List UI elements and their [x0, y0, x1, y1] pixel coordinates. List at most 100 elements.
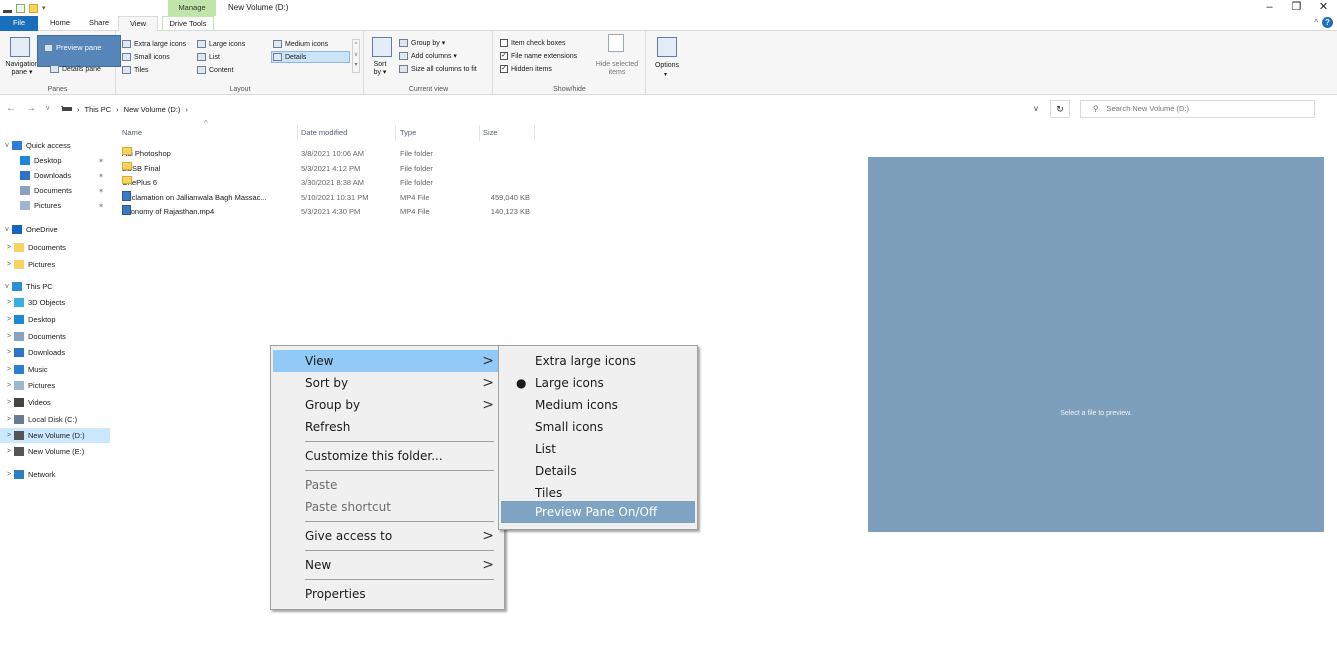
search-input[interactable]: ⚲ Search New Volume (D:) [1080, 100, 1315, 118]
forward-arrow-icon[interactable]: → [26, 103, 36, 114]
navigation-pane-button[interactable]: Navigation pane ▾ [4, 61, 40, 77]
chevron-right-icon[interactable]: > [4, 244, 14, 251]
breadcrumb-this-pc[interactable]: This PC [85, 105, 112, 114]
view-medium-icons[interactable]: Medium icons [501, 394, 695, 416]
menu-item-properties[interactable]: Properties [273, 583, 502, 605]
menu-item-refresh[interactable]: Refresh [273, 416, 502, 438]
view-large-icons[interactable]: ● Large icons [501, 372, 695, 394]
file-name-extensions-checkbox[interactable]: ✓ [500, 52, 508, 60]
sidebar-item[interactable]: Desktop ✶ [0, 153, 110, 168]
view-list[interactable]: List [501, 438, 695, 460]
menu-item-group-by[interactable]: Group by > [273, 394, 502, 416]
chevron-right-icon[interactable]: > [4, 316, 14, 323]
tab-file[interactable]: File [0, 16, 38, 31]
column-divider[interactable] [479, 125, 480, 141]
sort-by-icon[interactable] [372, 37, 392, 57]
file-row[interactable]: OnePlus 6 3/30/2021 8:38 AM File folder [122, 176, 542, 190]
menu-item-paste-shortcut[interactable]: Paste shortcut [273, 496, 502, 518]
large-icons-option[interactable]: Large icons [197, 40, 245, 48]
sidebar-item[interactable]: > Local Disk (C:) [0, 412, 110, 427]
tab-share[interactable]: Share [84, 16, 114, 31]
sidebar-item[interactable]: > Network [0, 467, 110, 482]
tab-view[interactable]: View [118, 16, 158, 32]
refresh-button[interactable]: ↻ [1050, 100, 1070, 118]
sidebar-item[interactable]: v Quick access [0, 138, 110, 153]
menu-item-paste[interactable]: Paste [273, 474, 502, 496]
chevron-down-icon[interactable]: v [2, 226, 12, 233]
small-icons-option[interactable]: Small icons [122, 53, 170, 61]
sidebar-item[interactable]: v OneDrive [0, 222, 110, 237]
navigation-pane-icon[interactable] [10, 37, 30, 57]
chevron-right-icon[interactable]: > [4, 448, 14, 455]
help-icon[interactable]: ? [1322, 17, 1333, 28]
address-bar[interactable]: › This PC › New Volume (D:) › [58, 100, 1068, 118]
chevron-right-icon[interactable]: > [4, 299, 14, 306]
chevron-right-icon[interactable]: > [4, 349, 14, 356]
chevron-right-icon[interactable]: > [4, 471, 14, 478]
tab-home[interactable]: Home [42, 16, 78, 31]
options-button[interactable]: Options [651, 62, 683, 69]
column-divider[interactable] [534, 125, 535, 141]
sidebar-item[interactable]: > Music [0, 362, 110, 377]
content-option[interactable]: Content [197, 66, 234, 74]
sidebar-item[interactable]: v This PC [0, 279, 110, 294]
column-header-size[interactable]: Size [483, 124, 533, 142]
column-divider[interactable] [297, 125, 298, 141]
menu-item-give-access[interactable]: Give access to > [273, 525, 502, 547]
file-row[interactable]: Declamation on Jallianwala Bagh Massac..… [122, 190, 542, 205]
file-row[interactable]: EBSB Final 5/3/2021 4:12 PM File folder [122, 161, 542, 176]
hidden-items-checkbox[interactable]: ✓ [500, 65, 508, 73]
menu-item-new[interactable]: New > [273, 554, 502, 576]
column-header-date[interactable]: Date modified [301, 124, 394, 142]
chevron-right-icon[interactable]: > [4, 366, 14, 373]
view-small-icons[interactable]: Small icons [501, 416, 695, 438]
size-all-columns-button[interactable]: Size all columns to fit [399, 65, 477, 73]
layout-scroll-icon[interactable]: ^ v ▾ [352, 39, 360, 73]
column-header-type[interactable]: Type [400, 124, 478, 142]
item-check-boxes-toggle[interactable]: Item check boxes [500, 39, 565, 47]
sidebar-item[interactable]: > Desktop [0, 312, 110, 327]
customize-toolbar-icon[interactable]: ▾ [42, 4, 46, 12]
view-extra-large-icons[interactable]: Extra large icons [501, 350, 695, 372]
sidebar-item[interactable]: Documents ✶ [0, 183, 110, 198]
sidebar-item[interactable]: Pictures ✶ [0, 198, 110, 213]
new-folder-icon[interactable] [29, 3, 38, 13]
sidebar-item[interactable]: > Pictures [0, 257, 110, 272]
file-row[interactable]: Economy of Rajasthan.mp4 5/3/2021 4:30 PM… [122, 205, 542, 219]
sort-by-button[interactable]: Sort by ▾ [369, 61, 391, 77]
chevron-right-icon[interactable]: > [4, 261, 14, 268]
add-columns-button[interactable]: Add columns ▾ [399, 52, 457, 60]
sidebar-item[interactable]: > Documents [0, 240, 110, 255]
sidebar-item[interactable]: > Pictures [0, 378, 110, 393]
details-pane-button[interactable]: Details pane [50, 65, 101, 73]
item-check-boxes-checkbox[interactable] [500, 39, 508, 47]
tiles-option[interactable]: Tiles [122, 66, 149, 74]
chevron-right-icon[interactable]: > [4, 416, 14, 423]
menu-item-sort-by[interactable]: Sort by > [273, 372, 502, 394]
menu-item-view[interactable]: View > [273, 350, 502, 372]
sidebar-item[interactable]: > Documents [0, 329, 110, 344]
collapse-ribbon-icon[interactable]: ^ [1314, 18, 1318, 27]
recent-locations-icon[interactable]: v [46, 105, 50, 114]
hide-selected-items-button[interactable]: Hide selected items [592, 61, 642, 77]
preview-pane-button[interactable]: Preview pane [37, 35, 121, 67]
sidebar-item[interactable]: > Videos [0, 395, 110, 410]
file-name-extensions-toggle[interactable]: ✓ File name extensions [500, 52, 577, 60]
hidden-items-toggle[interactable]: ✓ Hidden items [500, 65, 552, 73]
chevron-down-icon[interactable]: v [2, 142, 12, 149]
sidebar-item[interactable]: > Downloads [0, 345, 110, 360]
sidebar-item[interactable]: > New Volume (D:) [0, 428, 110, 443]
sidebar-item[interactable]: > New Volume (E:) [0, 444, 110, 459]
details-option[interactable]: Details [273, 53, 306, 61]
group-by-button[interactable]: Group by ▾ [399, 39, 445, 47]
extra-large-icons-option[interactable]: Extra large icons [122, 40, 186, 48]
properties-icon[interactable] [16, 3, 25, 13]
back-arrow-icon[interactable]: ← [6, 103, 16, 114]
chevron-right-icon[interactable]: > [4, 432, 14, 439]
chevron-right-icon[interactable]: > [4, 333, 14, 340]
chevron-right-icon[interactable]: > [4, 399, 14, 406]
chevron-down-icon[interactable]: v [2, 283, 12, 290]
view-details[interactable]: Details [501, 460, 695, 482]
chevron-right-icon[interactable]: > [4, 382, 14, 389]
menu-item-customize-folder[interactable]: Customize this folder... [273, 445, 502, 467]
